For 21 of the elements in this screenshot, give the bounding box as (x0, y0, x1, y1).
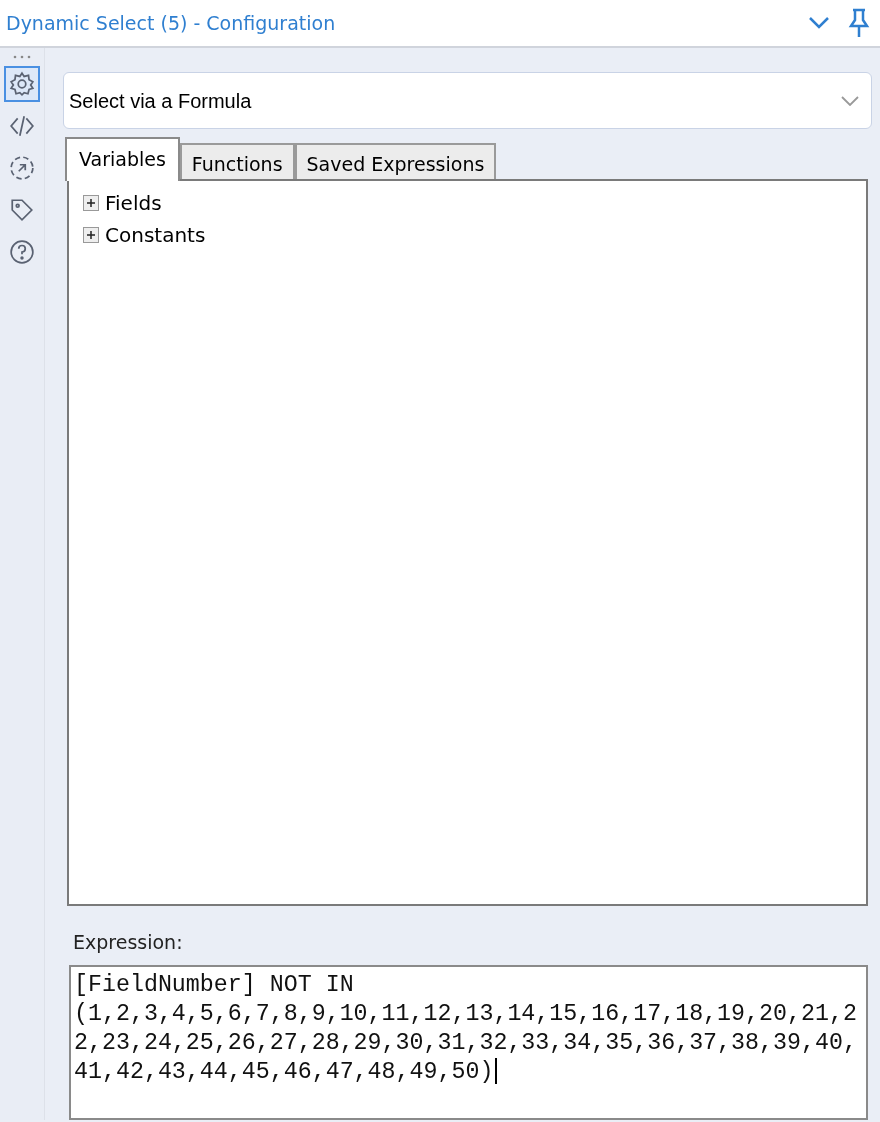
more-icon[interactable] (11, 54, 33, 60)
text-cursor (495, 1058, 498, 1085)
chevron-down-icon (841, 95, 859, 106)
tree-item[interactable]: Fields (105, 188, 162, 218)
expand-icon[interactable] (83, 227, 99, 243)
expression-text-line: 2,23,24,25,26,27,28,29,30,31,32,33,34,35,36,37,38,39,40, (74, 1028, 857, 1058)
gear-icon[interactable] (4, 66, 40, 102)
chevron-down-icon[interactable] (808, 16, 830, 30)
tab[interactable]: Variables (65, 137, 180, 181)
tab[interactable]: Functions (179, 143, 295, 179)
tab[interactable]: Saved Expressions (294, 143, 497, 179)
pin-icon[interactable] (848, 8, 870, 38)
tree-item[interactable]: Constants (105, 220, 206, 250)
expression-text-line: [FieldNumber] NOT IN (74, 970, 354, 1000)
expression-text-line: 41,42,43,44,45,46,47,48,49,50) (74, 1057, 498, 1087)
window-title: Dynamic Select (5) - Configuration (6, 10, 336, 36)
expand-icon[interactable] (83, 195, 99, 211)
expression-label: Expression: (73, 930, 184, 955)
expression-text-line: (1,2,3,4,5,6,7,8,9,10,11,12,13,14,15,16,17,18,19,20,21,2 (74, 999, 857, 1029)
mode-dropdown[interactable]: Select via a Formula (63, 72, 872, 129)
expression-field[interactable]: [FieldNumber] NOT IN (1,2,3,4,5,6,7,8,9,10,11,12,13,14,15,16,17,18,19,20,21,2 2,23,24,25,26,27,28,29,30,31,32,33,34,35,36,37,38,39,40, 41,42,43,44,45,46,47,48,49,50) (69, 964, 868, 1120)
